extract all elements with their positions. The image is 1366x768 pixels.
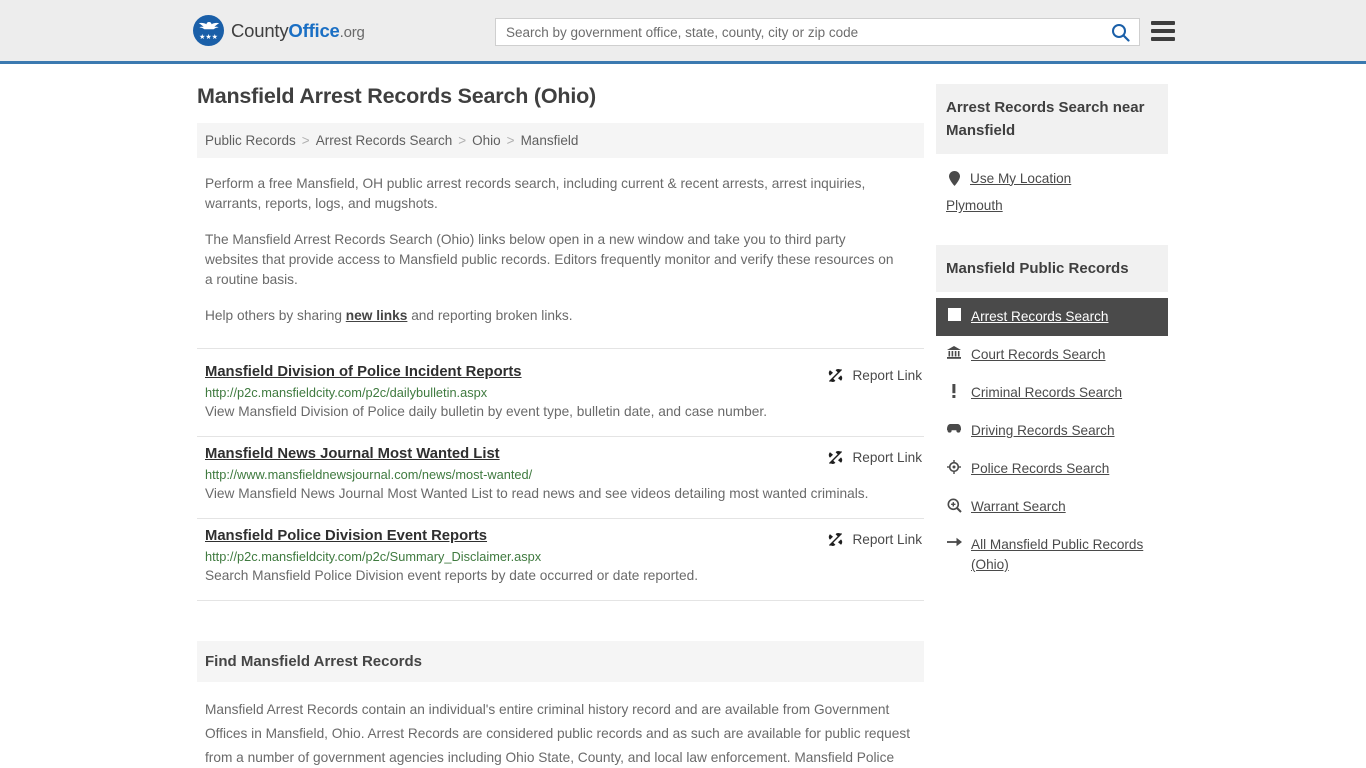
logo-text-county: County [231, 19, 289, 41]
intro-p3-after: and reporting broken links. [407, 308, 573, 323]
logo-text-office: Office [288, 19, 340, 41]
breadcrumb-separator: > [506, 133, 515, 148]
intro-paragraph-1: Perform a free Mansfield, OH public arre… [205, 176, 866, 211]
breadcrumb-item-ohio[interactable]: Ohio [472, 133, 501, 148]
result-title-link[interactable]: Mansfield Police Division Event Reports [205, 528, 487, 544]
broken-link-icon [829, 369, 843, 382]
plymouth-label[interactable]: Plymouth [946, 198, 1003, 213]
sidebar-label: Court Records Search [971, 347, 1106, 362]
intro-paragraph-3: Help others by sharing new links and rep… [205, 306, 895, 326]
result-url: http://p2c.mansfieldcity.com/p2c/Summary… [205, 549, 542, 564]
search-button[interactable] [1101, 19, 1139, 45]
breadcrumb-separator: > [458, 133, 467, 148]
handcuffs-icon [946, 307, 962, 321]
sidebar-label: Warrant Search [971, 499, 1066, 514]
sidebar-near-list: Use My Location Plymouth [936, 154, 1168, 223]
sidebar-label: Arrest Records Search [971, 309, 1109, 324]
site-logo[interactable]: ★★★ CountyOffice.org [193, 15, 365, 46]
result-url: http://p2c.mansfieldcity.com/p2c/dailybu… [205, 385, 488, 400]
result-item: Mansfield News Journal Most Wanted List … [197, 437, 924, 519]
stars-icon: ★★★ [199, 34, 218, 41]
report-link-label: Report Link [852, 532, 922, 547]
main-content: Mansfield Arrest Records Search (Ohio) P… [197, 84, 924, 768]
sidebar-item-all-mansfield-public-records[interactable]: All Mansfield Public Records (Ohio) [936, 526, 1168, 584]
sidebar-item-police-records-search[interactable]: Police Records Search [936, 450, 1168, 488]
countyoffice-emblem-icon: ★★★ [193, 15, 224, 46]
broken-link-icon [829, 533, 843, 546]
sidebar: Arrest Records Search near Mansfield Use… [936, 84, 1168, 768]
page-title: Mansfield Arrest Records Search (Ohio) [197, 84, 597, 108]
result-title-link[interactable]: Mansfield Division of Police Incident Re… [205, 364, 522, 380]
sidebar-item-use-my-location[interactable]: Use My Location [936, 164, 1168, 192]
courthouse-icon [946, 345, 962, 359]
sidebar-item-court-records-search[interactable]: Court Records Search [936, 336, 1168, 374]
breadcrumb-item-arrest-records-search[interactable]: Arrest Records Search [316, 133, 453, 148]
car-icon [946, 421, 962, 433]
intro-text: Perform a free Mansfield, OH public arre… [197, 174, 924, 326]
find-records-heading: Find Mansfield Arrest Records [197, 641, 924, 682]
report-link-button[interactable]: Report Link [827, 367, 922, 384]
sidebar-public-records-list: Arrest Records Search Court Records Sear… [936, 298, 1168, 584]
magnifier-plus-icon [946, 497, 962, 513]
search-bar[interactable] [495, 18, 1140, 46]
sidebar-label: Criminal Records Search [971, 385, 1123, 400]
page-body: Mansfield Arrest Records Search (Ohio) P… [0, 64, 1366, 768]
breadcrumb-item-mansfield[interactable]: Mansfield [521, 133, 579, 148]
exclamation-icon [946, 383, 962, 398]
results-list: Mansfield Division of Police Incident Re… [197, 348, 924, 601]
sidebar-item-arrest-records-search[interactable]: Arrest Records Search [936, 298, 1168, 336]
sidebar-near-heading: Arrest Records Search near Mansfield [936, 84, 1168, 154]
result-url: http://www.mansfieldnewsjournal.com/news… [205, 467, 533, 482]
result-item: Mansfield Police Division Event Reports … [197, 519, 924, 601]
result-description: View Mansfield News Journal Most Wanted … [205, 486, 869, 501]
arrow-right-icon [946, 535, 962, 548]
hamburger-bar-2 [1151, 29, 1175, 33]
report-link-label: Report Link [852, 450, 922, 465]
report-link-label: Report Link [852, 368, 922, 383]
sidebar-item-warrant-search[interactable]: Warrant Search [936, 488, 1168, 526]
intro-p3-before: Help others by sharing [205, 308, 346, 323]
hamburger-bar-1 [1151, 21, 1175, 25]
report-link-button[interactable]: Report Link [827, 531, 922, 548]
report-link-button[interactable]: Report Link [827, 449, 922, 466]
sidebar-public-records-heading: Mansfield Public Records [936, 245, 1168, 292]
sidebar-label: Police Records Search [971, 461, 1110, 476]
find-records-section: Find Mansfield Arrest Records Mansfield … [197, 641, 924, 768]
result-item: Mansfield Division of Police Incident Re… [197, 348, 924, 437]
hamburger-bar-3 [1151, 37, 1175, 41]
police-badge-icon [946, 459, 962, 474]
find-records-body: Mansfield Arrest Records contain an indi… [205, 702, 911, 765]
result-description: Search Mansfield Police Division event r… [205, 568, 699, 583]
breadcrumb-separator: > [301, 133, 310, 148]
sidebar-item-criminal-records-search[interactable]: Criminal Records Search [936, 374, 1168, 412]
hamburger-menu-button[interactable] [1151, 21, 1175, 41]
search-input[interactable] [496, 19, 1101, 45]
breadcrumb-item-public-records[interactable]: Public Records [205, 133, 296, 148]
result-description: View Mansfield Division of Police daily … [205, 404, 768, 419]
sidebar-label: Driving Records Search [971, 423, 1115, 438]
use-my-location-label[interactable]: Use My Location [970, 171, 1071, 186]
sidebar-item-driving-records-search[interactable]: Driving Records Search [936, 412, 1168, 450]
broken-link-icon [829, 451, 843, 464]
intro-paragraph-2: The Mansfield Arrest Records Search (Ohi… [205, 232, 894, 287]
result-title-link[interactable]: Mansfield News Journal Most Wanted List [205, 446, 500, 462]
sidebar-item-plymouth[interactable]: Plymouth [936, 192, 1168, 219]
new-links-link[interactable]: new links [346, 308, 408, 323]
logo-text-org: .org [339, 23, 365, 41]
breadcrumb: Public Records > Arrest Records Search > Ohi… [197, 123, 924, 158]
search-icon [1111, 23, 1130, 42]
site-header: ★★★ CountyOffice.org [0, 0, 1366, 64]
sidebar-label: All Mansfield Public Records (Ohio) [971, 537, 1144, 572]
logo-wordmark: CountyOffice.org [231, 20, 365, 42]
map-pin-icon [946, 170, 962, 186]
eagle-icon [198, 22, 219, 30]
